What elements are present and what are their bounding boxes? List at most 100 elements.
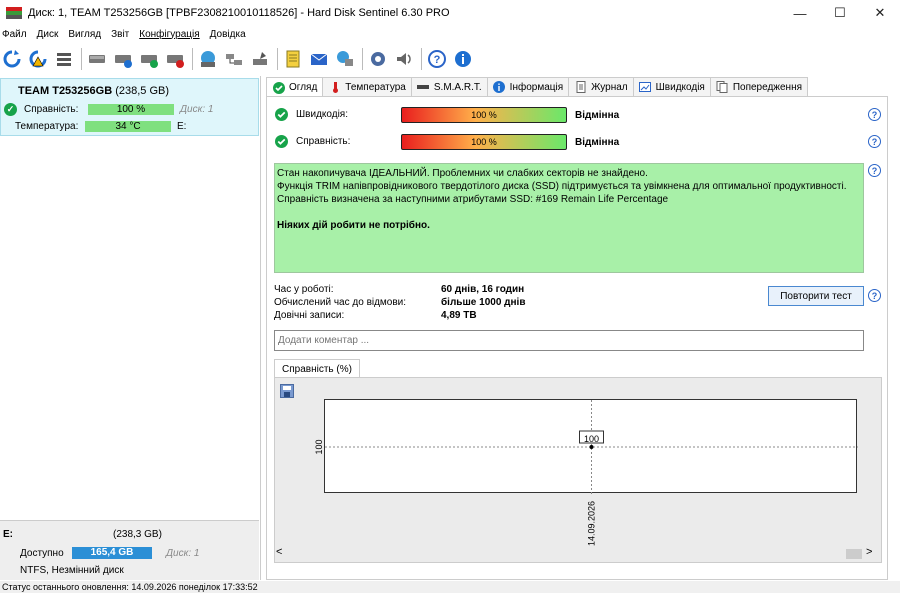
network-icon[interactable] [223,48,245,70]
help-icon[interactable]: ? [868,289,881,302]
disk-number: Диск: 1 [180,104,214,115]
temperature-drive: E: [177,121,187,132]
y-tick-label: 100 [314,439,324,454]
refresh-icon[interactable] [1,48,23,70]
disk-remove-icon[interactable] [164,48,186,70]
title-bar: Диск: 1, TEAM T253256GB [TPBF23082100101… [0,0,900,26]
check-icon: ✓ [4,103,17,116]
tab-label: S.M.A.R.T. [433,81,482,93]
health-row: ✓ Справність: 100 % Диск: 1 [4,103,213,116]
volume-letter: E: [3,529,13,540]
maximize-button[interactable]: ☐ [820,0,860,26]
status-bar: Статус останнього оновлення: 14.09.2026 … [0,581,900,593]
document-icon [574,81,587,94]
thermometer-icon [328,81,341,94]
tab-performance[interactable]: Швидкодія [632,77,711,96]
disk-tools-icon[interactable] [249,48,271,70]
x-tick-label: 14.09.2026 [587,501,597,546]
volume-fs-row: NTFS, Незмінний диск [20,565,124,576]
help-icon[interactable]: ? [868,108,881,121]
free-space-row: Доступно 165,4 GB Диск: 1 [20,547,199,559]
disk-card[interactable]: TEAM T253256GB (238,5 GB) ✓ Справність: … [0,78,259,136]
minimize-button[interactable]: — [780,0,820,26]
disk-list-icon[interactable] [53,48,75,70]
scroll-thumb[interactable] [846,549,862,559]
info-grid: Час у роботі: 60 днів, 16 годин Обчислени… [274,283,525,322]
tab-label: Швидкодія [655,81,705,93]
menu-disk[interactable]: Диск [35,29,67,40]
mail-icon[interactable] [308,48,330,70]
tab-label: Інформація [509,81,564,93]
volume-card[interactable]: E: (238,3 GB) Доступно 165,4 GB Диск: 1 … [0,520,259,580]
menu-configuration[interactable]: Конфігурація [137,29,207,40]
tab-temperature[interactable]: Температура [322,77,412,96]
smart-icon [417,81,430,94]
tab-information[interactable]: Інформація [486,77,570,96]
status-line: Справність визначена за наступними атриб… [277,194,669,205]
toolbar-separator [277,48,278,70]
menu-help[interactable]: Довідка [208,29,254,40]
data-label: 100 [584,434,599,444]
volume-filesystem: NTFS, Незмінний диск [20,565,124,576]
performance-icon [639,81,652,94]
health-bar: 100 % [401,134,567,150]
tab-health-chart[interactable]: Справність (%) [274,359,360,378]
data-point [589,445,594,449]
globe-disk-icon[interactable] [197,48,219,70]
info-icon [493,81,506,94]
failure-value: більше 1000 днів [441,297,526,308]
menu-report[interactable]: Звіт [109,29,137,40]
tab-smart[interactable]: S.M.A.R.T. [410,77,488,96]
volume-header: E: (238,3 GB) [3,529,162,540]
uptime-label: Час у роботі: [274,284,334,295]
failure-label: Обчислений час до відмови: [274,297,407,308]
refresh-warning-icon[interactable] [27,48,49,70]
disk-info-icon[interactable] [112,48,134,70]
tab-overview[interactable]: Огляд [266,77,324,97]
info-icon[interactable] [452,48,474,70]
temperature-label: Температура: [15,121,79,132]
transfer-icon[interactable] [334,48,356,70]
toolbar-separator [192,48,193,70]
settings-icon[interactable] [367,48,389,70]
disk-ok-icon[interactable] [138,48,160,70]
performance-label: Швидкодія: [296,109,348,120]
menu-view[interactable]: Вигляд [66,29,109,40]
temperature-bar: 34 °C [85,121,171,132]
health-label: Справність: [296,136,351,147]
sound-icon[interactable] [393,48,415,70]
help-icon[interactable]: ? [868,135,881,148]
disk-list-panel: TEAM T253256GB (238,5 GB) ✓ Справність: … [0,76,261,580]
alerts-icon [716,81,729,94]
tab-log[interactable]: Журнал [568,77,634,96]
app-logo-icon [6,7,22,19]
scroll-left-icon[interactable]: < [276,546,282,558]
svg-text:?: ? [434,54,441,66]
status-description: Стан накопичувача ІДЕАЛЬНИЙ. Проблемних … [274,163,864,273]
help-icon[interactable]: ? [868,164,881,177]
tab-label: Попередження [732,81,803,93]
tab-label: Температура [345,81,406,93]
help-icon[interactable]: ? [426,48,448,70]
disk-icon[interactable] [86,48,108,70]
close-button[interactable]: ✕ [860,0,900,26]
toolbar-separator [421,48,422,70]
save-icon[interactable] [280,384,294,398]
notes-icon[interactable] [282,48,304,70]
tab-label: Журнал [591,81,628,93]
health-chart: 100 100 14.09.2026 [314,399,858,546]
comment-input[interactable] [274,330,864,351]
menu-bar: Файл Диск Вигляд Звіт Конфігурація Довід… [0,26,900,42]
free-space-label: Доступно [20,547,64,559]
tab-label: Огляд [289,82,318,93]
retest-button[interactable]: Повторити тест [768,286,864,306]
toolbar: ? [0,44,900,74]
health-status: Відмінна [575,137,620,148]
scroll-right-icon[interactable]: > [866,546,872,558]
menu-file[interactable]: Файл [0,29,35,40]
health-chart-area: 100 100 14.09.2026 [274,377,882,563]
horizontal-scrollbar[interactable]: < > [272,546,878,562]
health-row: Справність: [275,135,350,148]
overview-panel: Швидкодія: 100 % Відмінна ? Справність: … [266,96,888,580]
tab-alerts[interactable]: Попередження [709,77,809,96]
